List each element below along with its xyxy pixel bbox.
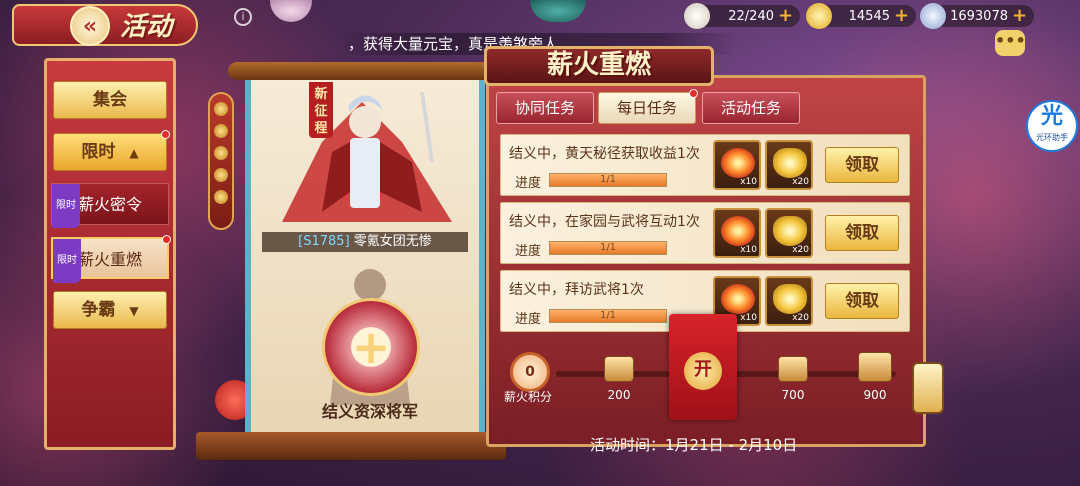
claim-button[interactable]: 领取	[825, 215, 899, 251]
points-counter: 0	[510, 352, 550, 392]
reward-qty: x10	[740, 245, 757, 255]
progress-bar: 1/1	[549, 241, 667, 255]
tab-coop-tasks[interactable]: 协同任务	[496, 92, 594, 124]
lantern-icon	[912, 362, 944, 414]
reward-qty: x20	[792, 313, 809, 323]
task-description: 结义中，在家园与武将互动1次	[509, 214, 700, 230]
panel-title: 薪火重燃	[546, 50, 651, 80]
helper-glyph: 光	[1040, 104, 1063, 129]
tab-event-tasks[interactable]: 活动任务	[702, 92, 800, 124]
sidebar-item-fire-decree[interactable]: 限时 薪火密令	[51, 183, 169, 228]
hero-name-plate: [S1785] 零氪女团无惨	[262, 232, 468, 252]
gold-ingot-icon	[773, 216, 807, 246]
progress-label: 进度	[515, 312, 542, 327]
reward-fire-item[interactable]: x10	[713, 208, 761, 258]
points-label: 薪火积分	[504, 390, 553, 404]
chat-icon[interactable]: •••	[995, 30, 1026, 56]
milestone-value: 200	[607, 388, 631, 402]
reward-qty: x20	[792, 245, 809, 255]
fire-icon	[721, 284, 755, 314]
reward-fire-item[interactable]: x10	[713, 140, 761, 190]
progress-bar: 1/1	[549, 309, 667, 323]
task-description: 结义中，黄天秘径获取收益1次	[509, 146, 700, 162]
notification-dot	[689, 89, 698, 98]
reward-qty: x20	[792, 177, 809, 187]
notification-dot	[161, 130, 170, 139]
open-seal-icon: 开	[684, 352, 722, 390]
progress-text: 1/1	[599, 242, 617, 253]
helper-badge[interactable]: 光 光环助手	[1026, 100, 1078, 152]
red-packet-button[interactable]: 开	[669, 314, 737, 420]
sidebar-item-contest[interactable]: 争霸 ▼	[53, 291, 167, 329]
tab-daily-tasks[interactable]: 每日任务	[598, 89, 698, 124]
task-row: 结义中，在家园与武将互动1次 进度 1/1 x10 x20 领取	[500, 202, 910, 264]
gold-ingot-icon	[773, 148, 807, 178]
food-icon	[684, 3, 710, 29]
back-arrow-icon: «	[82, 13, 98, 39]
chevron-up-icon: ▲	[129, 146, 139, 160]
milestone-big-chest-icon[interactable]	[858, 352, 892, 382]
milestone-chest-icon[interactable]	[604, 356, 634, 382]
sidebar-item-limited[interactable]: 限时 ▲	[53, 130, 170, 171]
reward-ingot-item[interactable]: x20	[765, 140, 813, 190]
resource-food: 22/240 +	[684, 3, 800, 29]
reward-qty: x10	[740, 313, 757, 323]
progress-label: 进度	[515, 176, 542, 191]
progress-bar: 1/1	[549, 173, 667, 187]
task-row: 结义中，黄天秘径获取收益1次 进度 1/1 x10 x20 领取	[500, 134, 910, 196]
bead-strip	[208, 92, 234, 230]
sidebar-item-gathering[interactable]: 集会	[53, 81, 167, 119]
add-silver-button[interactable]: +	[1012, 7, 1030, 25]
add-food-button[interactable]: +	[778, 7, 796, 25]
progress-text: 1/1	[599, 174, 617, 185]
milestone-chest-icon[interactable]	[778, 356, 808, 382]
page-title: 活动	[120, 12, 173, 42]
server-id: [S1785]	[298, 234, 350, 249]
resource-gold-ingot: 14545 +	[806, 3, 916, 29]
activity-sidebar: 集会 限时 ▲ 限时 薪火密令 限时 薪火重燃 争霸 ▼	[44, 58, 176, 450]
helper-label: 光环助手	[1036, 133, 1068, 142]
gold-ingot-icon	[806, 3, 832, 29]
milestone-value: 900	[863, 388, 887, 402]
scroll-base	[196, 432, 506, 460]
claim-button[interactable]: 领取	[825, 283, 899, 319]
chevron-down-icon: ▼	[129, 304, 139, 318]
silver-coin-icon	[920, 3, 946, 29]
event-time: 活动时间：1月21日 - 2月10日	[590, 436, 798, 454]
new-journey-tag: 新征程	[309, 82, 333, 138]
notification-dot	[162, 235, 171, 244]
add-gold-button[interactable]: +	[894, 7, 912, 25]
milestone-value: 700	[781, 388, 805, 402]
add-sworn-ally-button[interactable]: +	[322, 298, 420, 396]
claim-button[interactable]: 领取	[825, 147, 899, 183]
back-button[interactable]: «	[70, 6, 110, 46]
task-description: 结义中，拜访武将1次	[509, 282, 644, 298]
recruit-label: 结义资深将军	[321, 402, 418, 421]
fire-icon	[721, 148, 755, 178]
gold-ingot-icon	[773, 284, 807, 314]
sidebar-item-fire-rekindle[interactable]: 限时 薪火重燃	[51, 235, 171, 283]
progress-text: 1/1	[599, 310, 617, 321]
fire-icon	[721, 216, 755, 246]
reward-ingot-item[interactable]: x20	[765, 276, 813, 326]
player-name: 零氪女团无惨	[353, 234, 432, 249]
hero-character-portrait[interactable]	[262, 82, 468, 232]
info-icon[interactable]: i	[234, 8, 252, 26]
limited-tag: 限时	[53, 239, 81, 283]
progress-label: 进度	[515, 244, 542, 259]
limited-tag: 限时	[52, 184, 80, 228]
reward-qty: x10	[740, 177, 757, 187]
reward-ingot-item[interactable]: x20	[765, 208, 813, 258]
plus-icon: +	[351, 320, 391, 374]
resource-silver-coin: 1693078 +	[920, 3, 1034, 29]
scroll-top-roller	[228, 62, 498, 80]
